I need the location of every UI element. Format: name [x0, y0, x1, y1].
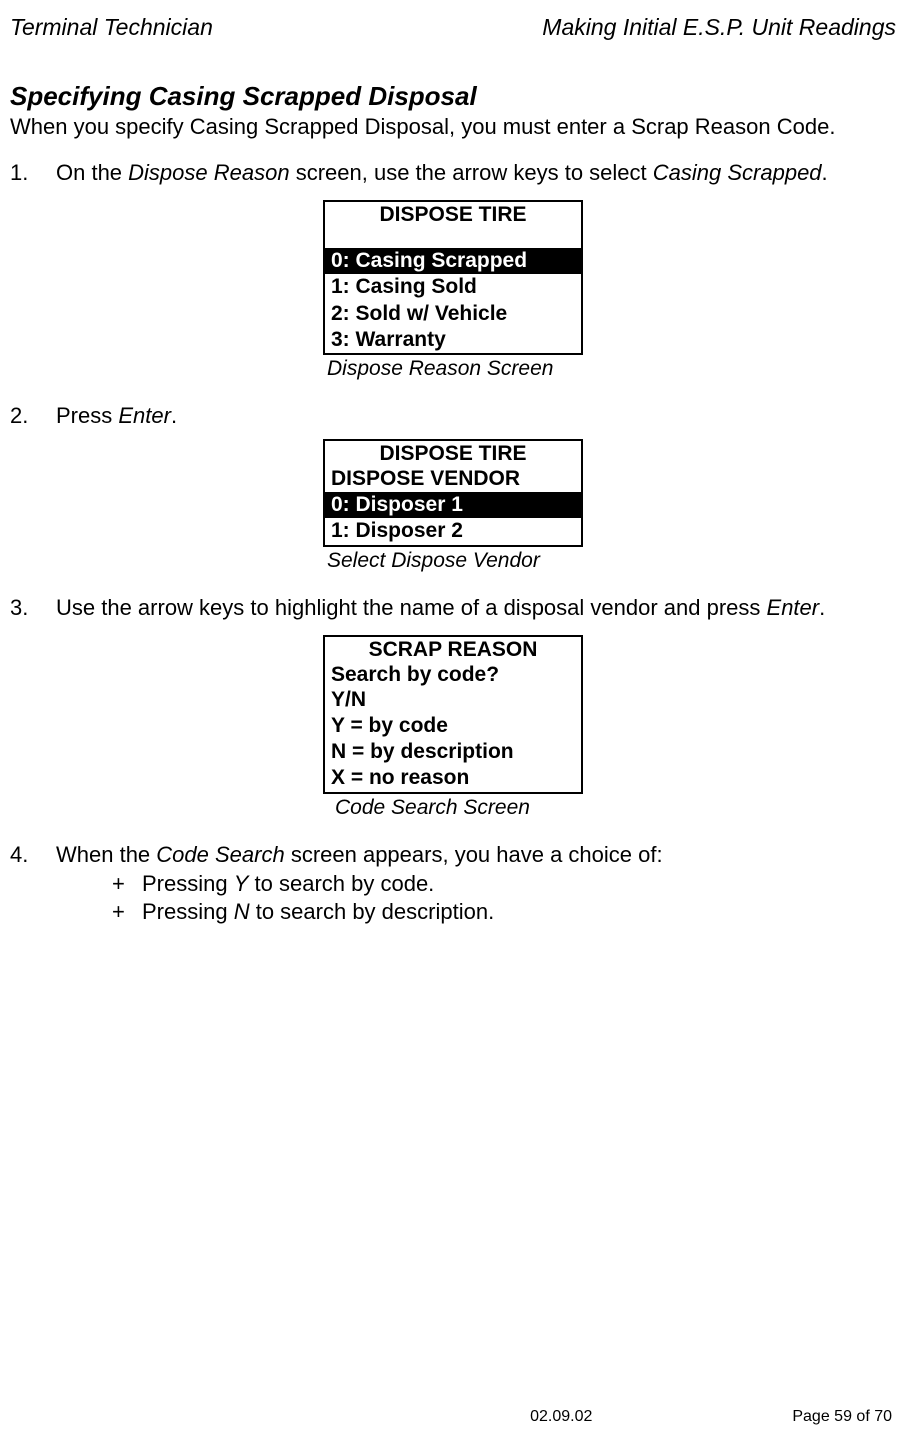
step-3: 3. Use the arrow keys to highlight the n…	[10, 595, 896, 621]
step-3-text-a: Use the arrow keys to highlight the name…	[56, 595, 767, 620]
sub1-post: to search by code.	[248, 871, 434, 896]
code-search-screen: SCRAP REASON Search by code? Y/N Y = by …	[323, 635, 583, 794]
screen-row-selected: 0: Casing Scrapped	[325, 248, 581, 274]
step-1-text-c: .	[822, 160, 828, 185]
footer-page: Page 59 of 70	[792, 1408, 892, 1426]
header-left: Terminal Technician	[10, 14, 213, 41]
screen-row: 1: Disposer 2	[325, 518, 581, 544]
step-4-italic-a: Code Search	[156, 842, 284, 867]
screen-row: 1: Casing Sold	[325, 274, 581, 300]
step-3-italic-a: Enter	[767, 595, 820, 620]
step-1-body: On the Dispose Reason screen, use the ar…	[56, 160, 896, 186]
step-4-number: 4.	[10, 842, 56, 927]
screen-caption: Dispose Reason Screen	[323, 357, 583, 381]
sub1-italic: Y	[234, 871, 249, 896]
step-1-text-a: On the	[56, 160, 128, 185]
screen-caption: Select Dispose Vendor	[323, 549, 583, 573]
step-2: 2. Press Enter.	[10, 403, 896, 429]
step-4-body: When the Code Search screen appears, you…	[56, 842, 896, 927]
screen-subhead: DISPOSE VENDOR	[325, 467, 581, 492]
screen-caption: Code Search Screen	[323, 796, 583, 820]
step-3-number: 3.	[10, 595, 56, 621]
footer-date: 02.09.02	[530, 1408, 592, 1426]
screen-title: SCRAP REASON	[325, 637, 581, 663]
page-header: Terminal Technician Making Initial E.S.P…	[10, 14, 896, 41]
step-1-italic-b: Casing Scrapped	[653, 160, 822, 185]
step-4: 4. When the Code Search screen appears, …	[10, 842, 896, 927]
screen-row: Search by code?	[325, 663, 581, 687]
screen-spacer	[325, 228, 581, 248]
screen-title: DISPOSE TIRE	[325, 441, 581, 467]
dispose-vendor-screen: DISPOSE TIRE DISPOSE VENDOR 0: Disposer …	[323, 439, 583, 547]
step-1: 1. On the Dispose Reason screen, use the…	[10, 160, 896, 186]
step-1-number: 1.	[10, 160, 56, 186]
step-2-text-b: .	[171, 403, 177, 428]
step-2-text-a: Press	[56, 403, 118, 428]
intro-text: When you specify Casing Scrapped Disposa…	[10, 114, 896, 140]
screen-title: DISPOSE TIRE	[325, 202, 581, 228]
sub-item-text: Pressing Y to search by code.	[142, 870, 434, 899]
sub-item: + Pressing N to search by description.	[108, 898, 896, 927]
screen-row: 2: Sold w/ Vehicle	[325, 301, 581, 327]
sub2-post: to search by description.	[250, 899, 495, 924]
step-3-text-b: .	[819, 595, 825, 620]
header-right: Making Initial E.S.P. Unit Readings	[542, 14, 896, 41]
sub-item: + Pressing Y to search by code.	[108, 870, 896, 899]
screen-row: Y/N	[325, 687, 581, 713]
screen-row: 3: Warranty	[325, 327, 581, 353]
step-4-sublist: + Pressing Y to search by code. + Pressi…	[108, 870, 896, 927]
step-4-text-b: screen appears, you have a choice of:	[285, 842, 663, 867]
sub2-italic: N	[234, 899, 250, 924]
bullet-icon: +	[108, 870, 142, 899]
sub1-pre: Pressing	[142, 871, 234, 896]
section-title: Specifying Casing Scrapped Disposal	[10, 81, 896, 112]
screen-row-selected: 0: Disposer 1	[325, 492, 581, 518]
screen-row: N = by description	[325, 739, 581, 765]
step-2-number: 2.	[10, 403, 56, 429]
screen-row: Y = by code	[325, 713, 581, 739]
step-4-text-a: When the	[56, 842, 156, 867]
sub2-pre: Pressing	[142, 899, 234, 924]
step-1-text-b: screen, use the arrow keys to select	[290, 160, 653, 185]
page-footer: 02.09.02 Page 59 of 70	[0, 1408, 906, 1426]
bullet-icon: +	[108, 898, 142, 927]
step-2-italic-a: Enter	[118, 403, 171, 428]
step-3-body: Use the arrow keys to highlight the name…	[56, 595, 896, 621]
sub-item-text: Pressing N to search by description.	[142, 898, 494, 927]
step-2-body: Press Enter.	[56, 403, 896, 429]
dispose-reason-screen: DISPOSE TIRE 0: Casing Scrapped 1: Casin…	[323, 200, 583, 355]
screen-row: X = no reason	[325, 765, 581, 791]
step-1-italic-a: Dispose Reason	[128, 160, 289, 185]
